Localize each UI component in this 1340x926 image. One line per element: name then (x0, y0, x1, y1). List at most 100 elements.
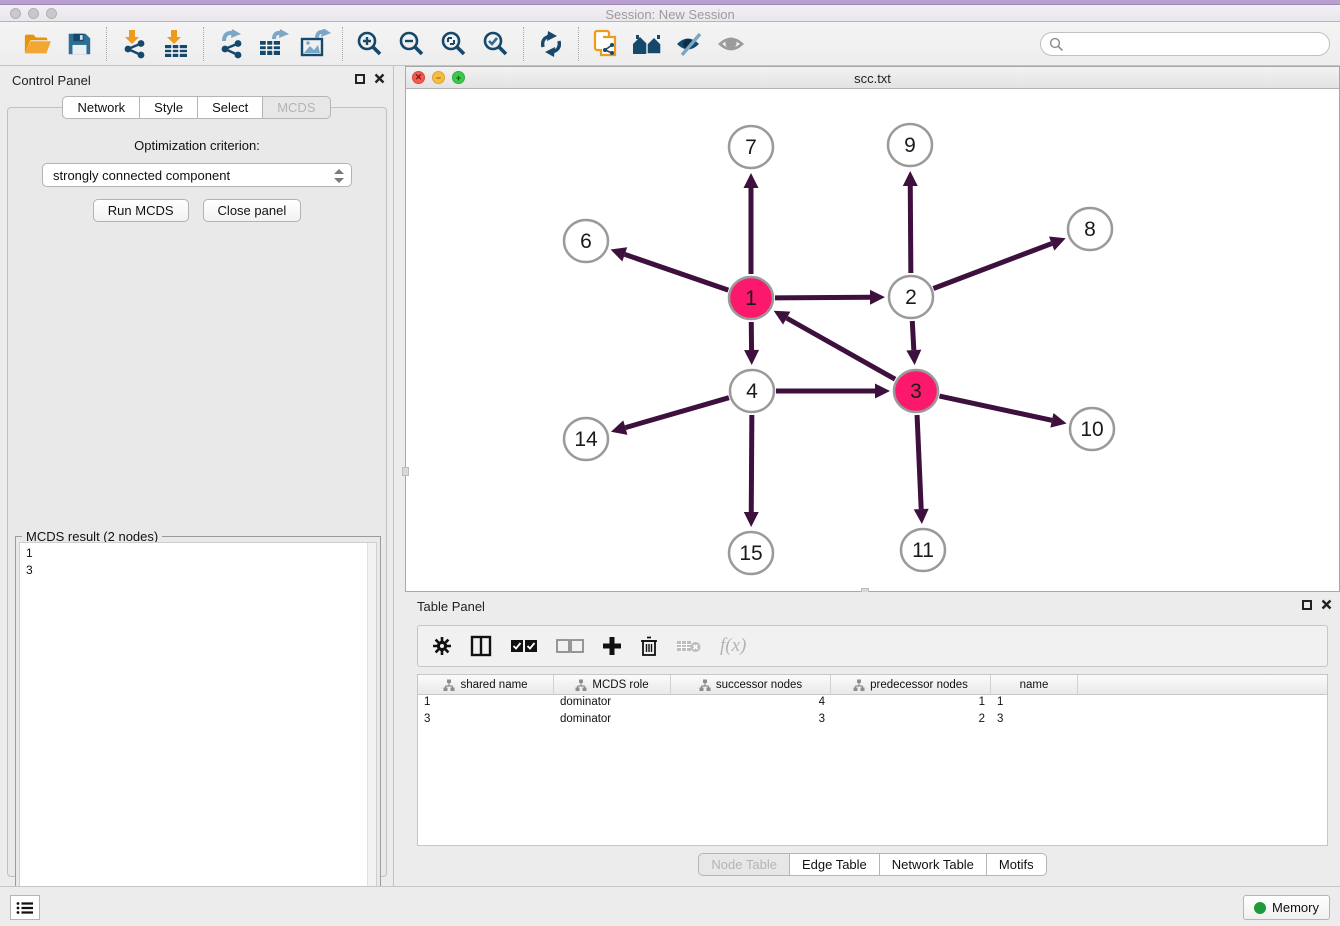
close-panel-button[interactable]: Close panel (203, 199, 302, 222)
export-image-button[interactable] (298, 27, 332, 61)
application-window: Session: New Session (0, 0, 1340, 926)
import-network-icon (119, 29, 149, 59)
graph-node-label-2: 2 (905, 286, 917, 309)
mcds-result-text[interactable]: 13 (19, 542, 377, 904)
edge-4-15[interactable] (751, 415, 752, 512)
zoom-selected-icon (482, 30, 510, 58)
column-header-successor-nodes[interactable]: successor nodes (671, 675, 831, 694)
run-mcds-button[interactable]: Run MCDS (93, 199, 189, 222)
graph-node-label-4: 4 (746, 380, 758, 403)
float-panel-icon[interactable] (355, 74, 365, 84)
edge-1-2[interactable] (775, 297, 870, 298)
open-session-button[interactable] (20, 27, 54, 61)
tab-network[interactable]: Network (62, 96, 140, 119)
deselect-all-icon (556, 639, 584, 653)
table-cell: 3 (991, 712, 1078, 729)
add-column-icon (602, 636, 622, 656)
vertical-splitter-handle[interactable] (402, 467, 409, 476)
export-table-button[interactable] (256, 27, 290, 61)
column-type-icon (699, 679, 711, 691)
deselect-all-columns-button[interactable] (556, 639, 584, 653)
export-network-button[interactable] (214, 27, 248, 61)
edge-3-11[interactable] (917, 415, 921, 509)
column-header-shared-name[interactable]: shared name (418, 675, 554, 694)
hide-graphics-button[interactable] (673, 27, 707, 61)
column-header-MCDS-role[interactable]: MCDS role (554, 675, 671, 694)
control-panel-header: Control Panel (0, 66, 393, 94)
column-type-icon (853, 679, 865, 691)
zoom-fit-button[interactable] (437, 27, 471, 61)
function-builder-button[interactable]: f(x) (720, 635, 746, 657)
graph-node-label-3: 3 (910, 380, 922, 403)
edge-arrowhead (744, 173, 759, 188)
task-list-icon (16, 901, 34, 915)
show-graphics-button[interactable] (715, 27, 749, 61)
node-table[interactable]: shared nameMCDS rolesuccessor nodesprede… (417, 674, 1328, 846)
edge-2-9[interactable] (910, 186, 911, 273)
close-table-panel-icon[interactable] (1321, 599, 1332, 610)
title-bar: Session: New Session (0, 0, 1340, 22)
table-row[interactable]: 1dominator411 (418, 695, 1327, 712)
table-cell: 2 (831, 712, 991, 729)
refresh-layout-button[interactable] (534, 27, 568, 61)
edge-arrowhead (744, 512, 759, 527)
tab-edge-table[interactable]: Edge Table (790, 853, 880, 876)
import-network-button[interactable] (117, 27, 151, 61)
column-header-name[interactable]: name (991, 675, 1078, 694)
tab-motifs[interactable]: Motifs (987, 853, 1047, 876)
edge-arrowhead (1050, 413, 1066, 428)
import-table-button[interactable] (159, 27, 193, 61)
tab-style[interactable]: Style (140, 96, 198, 119)
export-image-icon (299, 29, 331, 59)
edge-3-1[interactable] (787, 318, 895, 379)
criterion-select-value: strongly connected component (53, 168, 230, 183)
tab-mcds[interactable]: MCDS (263, 96, 330, 119)
zoom-out-button[interactable] (395, 27, 429, 61)
tab-network-table[interactable]: Network Table (880, 853, 987, 876)
zoom-selected-button[interactable] (479, 27, 513, 61)
result-scrollbar[interactable] (367, 543, 376, 903)
table-row[interactable]: 3dominator323 (418, 712, 1327, 729)
edge-arrowhead (914, 509, 929, 524)
zoom-in-button[interactable] (353, 27, 387, 61)
network-canvas[interactable]: 7968124314101511 (406, 89, 1339, 591)
task-history-button[interactable] (10, 895, 40, 920)
select-stepper-icon (333, 168, 345, 184)
clone-network-button[interactable] (589, 27, 623, 61)
table-settings-button[interactable] (432, 636, 452, 656)
network-overview-button[interactable] (631, 27, 665, 61)
edge-1-6[interactable] (625, 254, 729, 290)
edge-arrowhead (870, 290, 885, 305)
edge-2-3[interactable] (912, 321, 914, 350)
function-builder-icon: f(x) (720, 635, 746, 657)
gear-icon (432, 636, 452, 656)
show-columns-button[interactable] (470, 635, 492, 657)
node-table-body: 1dominator4113dominator323 (418, 695, 1327, 729)
edge-4-14[interactable] (625, 398, 729, 428)
edge-3-10[interactable] (939, 396, 1051, 420)
save-session-button[interactable] (62, 27, 96, 61)
delete-column-button[interactable] (640, 636, 658, 657)
column-layout-icon (470, 635, 492, 657)
main-toolbar (0, 22, 1340, 66)
tab-node-table[interactable]: Node Table (698, 853, 790, 876)
column-header-predecessor-nodes[interactable]: predecessor nodes (831, 675, 991, 694)
add-column-button[interactable] (602, 636, 622, 656)
select-all-columns-button[interactable] (510, 639, 538, 653)
zoom-in-icon (356, 30, 384, 58)
delete-table-button[interactable] (676, 638, 702, 654)
float-table-panel-icon[interactable] (1302, 600, 1312, 610)
tab-select[interactable]: Select (198, 96, 263, 119)
memory-button[interactable]: Memory (1243, 895, 1330, 920)
table-panel-header: Table Panel (405, 592, 1340, 620)
refresh-icon (537, 30, 565, 58)
search-input[interactable] (1040, 32, 1330, 56)
criterion-select[interactable]: strongly connected component (42, 163, 352, 187)
close-panel-icon[interactable] (374, 73, 385, 84)
edge-2-8[interactable] (933, 244, 1051, 289)
graph-node-label-9: 9 (904, 134, 916, 157)
network-graph[interactable]: 7968124314101511 (406, 89, 1339, 592)
network-window-title: scc.txt (406, 71, 1339, 86)
network-overview-icon (631, 31, 665, 57)
table-panel: Table Panel (405, 592, 1340, 886)
